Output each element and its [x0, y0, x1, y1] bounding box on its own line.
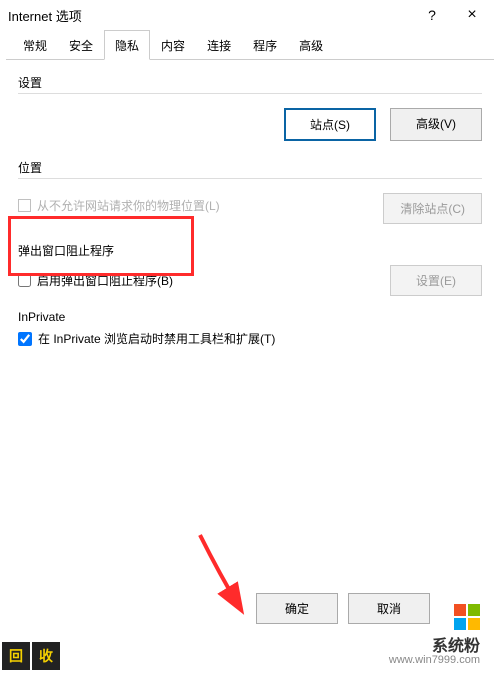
popup-enable-row: 启用弹出窗口阻止程序(B)	[18, 272, 390, 289]
popup-settings-button: 设置(E)	[390, 265, 482, 296]
inprivate-row: 在 InPrivate 浏览启动时禁用工具栏和扩展(T)	[18, 330, 482, 347]
enable-popup-blocker-checkbox[interactable]	[18, 274, 31, 287]
tab-advanced[interactable]: 高级	[288, 30, 334, 60]
close-button[interactable]: ×	[452, 4, 492, 26]
watermark: 系统粉 www.win7999.com	[389, 604, 480, 666]
never-allow-location-label: 从不允许网站请求你的物理位置(L)	[37, 197, 220, 214]
ok-button[interactable]: 确定	[256, 593, 338, 624]
strip-cell: 收	[32, 642, 60, 670]
bottom-strip: 回 收	[2, 642, 60, 670]
tab-security[interactable]: 安全	[58, 30, 104, 60]
watermark-url: www.win7999.com	[389, 654, 480, 666]
settings-button-row: 站点(S) 高级(V)	[18, 108, 482, 141]
section-inprivate-title: InPrivate	[18, 310, 482, 326]
tab-panel-privacy: 设置 站点(S) 高级(V) 位置 从不允许网站请求你的物理位置(L) 清除站点…	[0, 60, 500, 361]
section-location-title: 位置	[18, 159, 482, 179]
titlebar: Internet 选项 ? ×	[0, 0, 500, 28]
inprivate-disable-toolbars-checkbox[interactable]	[18, 332, 32, 346]
never-allow-location-checkbox[interactable]	[18, 199, 31, 212]
tab-programs[interactable]: 程序	[242, 30, 288, 60]
location-row: 从不允许网站请求你的物理位置(L) 清除站点(C)	[18, 193, 482, 224]
tab-general[interactable]: 常规	[12, 30, 58, 60]
enable-popup-blocker-label: 启用弹出窗口阻止程序(B)	[37, 272, 173, 289]
sites-button[interactable]: 站点(S)	[284, 108, 376, 141]
inprivate-disable-toolbars-label: 在 InPrivate 浏览启动时禁用工具栏和扩展(T)	[38, 330, 275, 347]
popup-blocker-title: 弹出窗口阻止程序	[18, 242, 482, 259]
clear-sites-button: 清除站点(C)	[383, 193, 482, 224]
never-allow-location-row: 从不允许网站请求你的物理位置(L)	[18, 197, 383, 214]
tab-content[interactable]: 内容	[150, 30, 196, 60]
advanced-button[interactable]: 高级(V)	[390, 108, 482, 141]
section-settings-title: 设置	[18, 74, 482, 94]
help-button[interactable]: ?	[412, 5, 452, 25]
strip-cell: 回	[2, 642, 30, 670]
tab-strip: 常规 安全 隐私 内容 连接 程序 高级	[6, 30, 494, 60]
watermark-title: 系统粉	[389, 632, 480, 656]
logo-icon	[389, 604, 480, 630]
tab-connections[interactable]: 连接	[196, 30, 242, 60]
popup-blocker-group: 弹出窗口阻止程序 启用弹出窗口阻止程序(B) 设置(E)	[18, 242, 482, 296]
window-title: Internet 选项	[8, 6, 412, 25]
tab-privacy[interactable]: 隐私	[104, 30, 150, 60]
annotation-arrow	[195, 530, 255, 620]
